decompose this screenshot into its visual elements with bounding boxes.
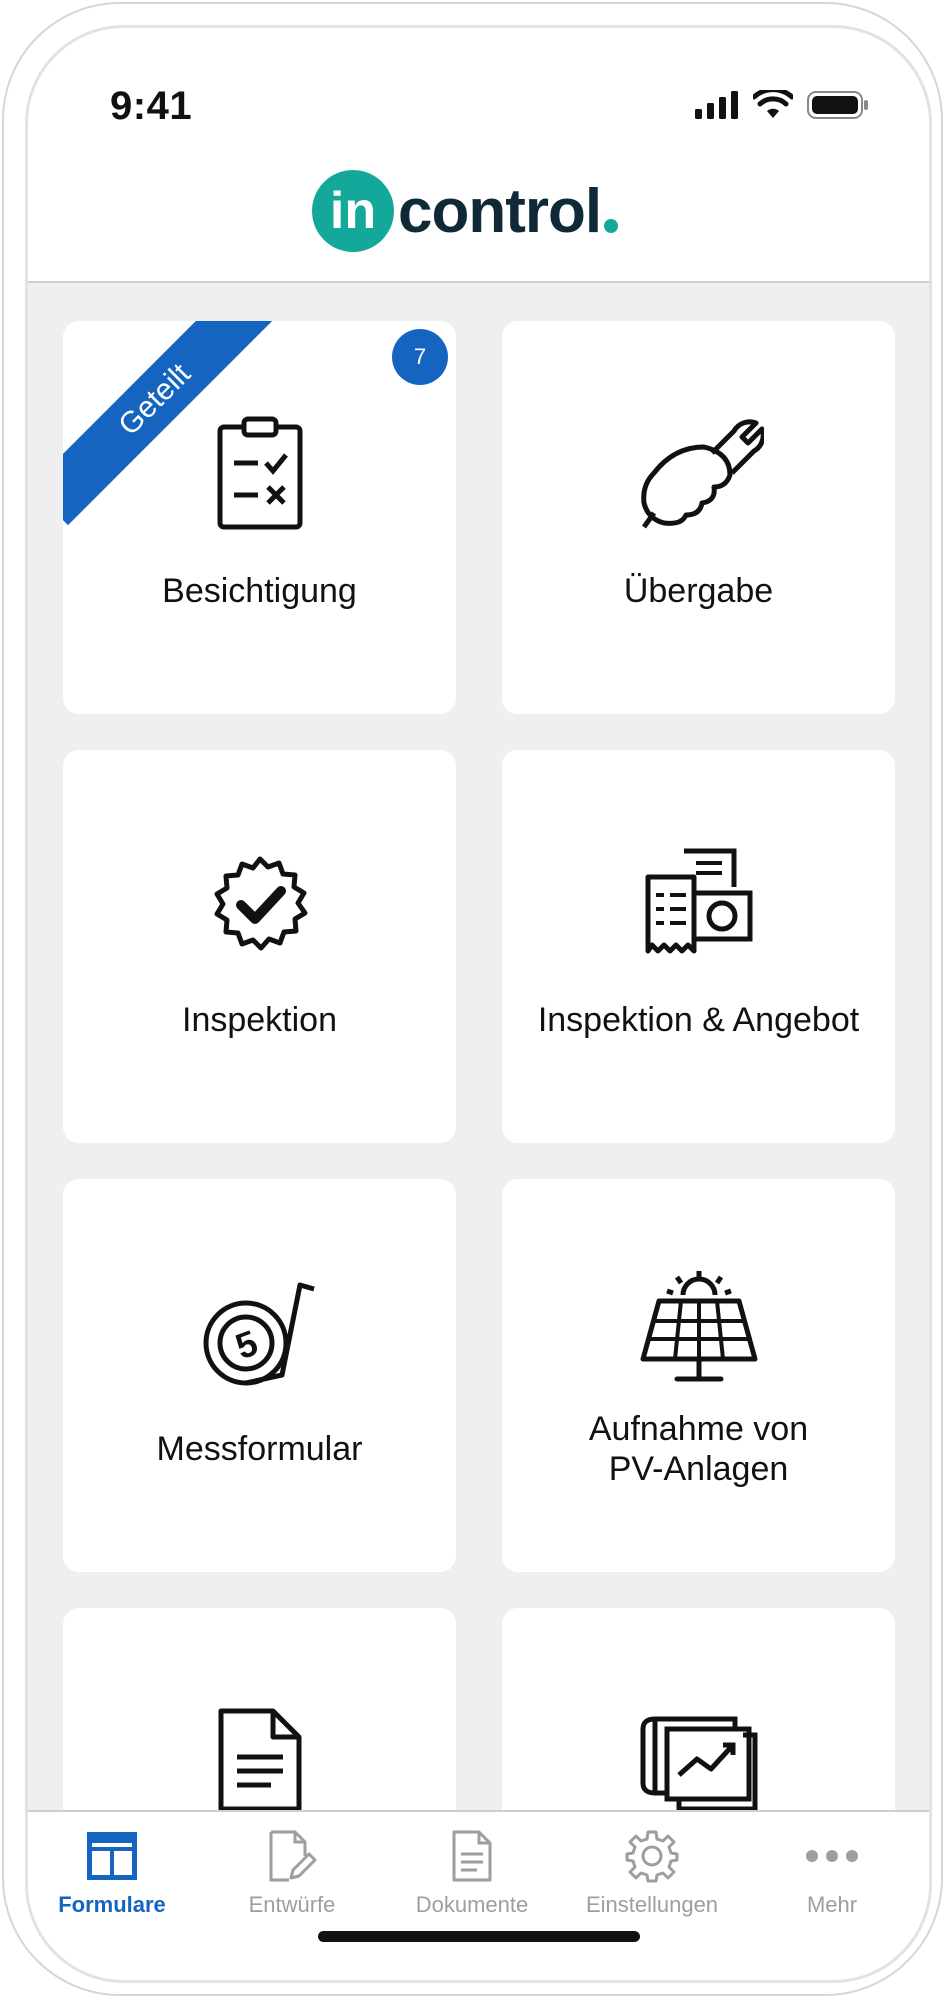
card-uebergabe[interactable]: Übergabe xyxy=(502,321,895,714)
card-label-line1: Aufnahme von xyxy=(588,1410,809,1448)
logo-text: control xyxy=(398,176,602,246)
tab-entwuerfe[interactable]: Entwürfe xyxy=(202,1824,382,1918)
card-inspektion[interactable]: Inspektion xyxy=(63,750,456,1143)
badge-check-icon xyxy=(63,842,456,962)
tab-label: Mehr xyxy=(806,1892,858,1917)
card-inspektion-angebot[interactable]: Inspektion & Angebot xyxy=(502,750,895,1143)
tab-dokumente[interactable]: Dokumente xyxy=(382,1824,562,1918)
card-dokument[interactable] xyxy=(63,1608,456,1811)
clipboard-check-icon xyxy=(63,413,456,533)
screen: 9:41 in control Geteilt 7 Besichtigung Ü… xyxy=(28,28,929,1980)
card-chart-stack[interactable] xyxy=(502,1608,895,1811)
draft-edit-icon xyxy=(202,1824,382,1888)
status-bar: 9:41 xyxy=(28,28,929,158)
tab-label: Einstellungen xyxy=(585,1892,719,1917)
card-label: Messformular xyxy=(156,1430,363,1468)
tab-bar: Formulare Entwürfe Dokumente Einstellung… xyxy=(28,1810,929,1980)
svg-text:5: 5 xyxy=(230,1322,263,1367)
document-icon xyxy=(63,1700,456,1811)
card-label: Aufnahme von PV-Anlagen xyxy=(512,1409,885,1489)
card-label: Übergabe xyxy=(623,572,774,610)
card-besichtigung[interactable]: Geteilt 7 Besichtigung xyxy=(63,321,456,714)
card-label: Inspektion & Angebot xyxy=(537,1001,860,1039)
count-badge: 7 xyxy=(392,329,448,385)
forms-icon xyxy=(28,1824,202,1888)
home-indicator xyxy=(318,1931,640,1942)
incontrol-logo: in control xyxy=(312,170,619,252)
status-icons xyxy=(695,90,869,120)
tab-einstellungen[interactable]: Einstellungen xyxy=(562,1824,742,1918)
card-label: Inspektion xyxy=(182,1001,337,1039)
chart-stack-icon xyxy=(502,1700,895,1811)
app-header: in control xyxy=(28,148,929,283)
logo-circle: in xyxy=(312,170,394,252)
receipt-money-icon xyxy=(502,842,895,962)
tab-formulare[interactable]: Formulare xyxy=(28,1824,202,1918)
hand-wrench-icon xyxy=(502,413,895,533)
tab-label: Entwürfe xyxy=(248,1892,336,1917)
forms-grid: Geteilt 7 Besichtigung Übergabe Inspekti… xyxy=(28,283,929,1811)
device-frame: 9:41 in control Geteilt 7 Besichtigung Ü… xyxy=(2,2,943,1996)
more-dots-icon xyxy=(742,1824,922,1888)
status-time: 9:41 xyxy=(110,84,193,128)
card-pv-anlagen[interactable]: Aufnahme von PV-Anlagen xyxy=(502,1179,895,1572)
document-icon xyxy=(382,1824,562,1888)
logo-dot xyxy=(604,219,619,233)
solar-panel-icon xyxy=(502,1271,895,1391)
card-label: Besichtigung xyxy=(162,572,357,610)
tab-label: Dokumente xyxy=(415,1892,529,1917)
tape-measure-icon: 5 xyxy=(63,1271,456,1391)
tab-label: Formulare xyxy=(58,1892,166,1917)
wifi-icon xyxy=(753,90,793,118)
battery-icon xyxy=(807,91,868,119)
card-label-line2: PV-Anlagen xyxy=(608,1450,789,1488)
gear-icon xyxy=(562,1824,742,1888)
tab-mehr[interactable]: Mehr xyxy=(742,1824,922,1918)
card-messformular[interactable]: 5 Messformular xyxy=(63,1179,456,1572)
signal-icon xyxy=(695,91,738,119)
